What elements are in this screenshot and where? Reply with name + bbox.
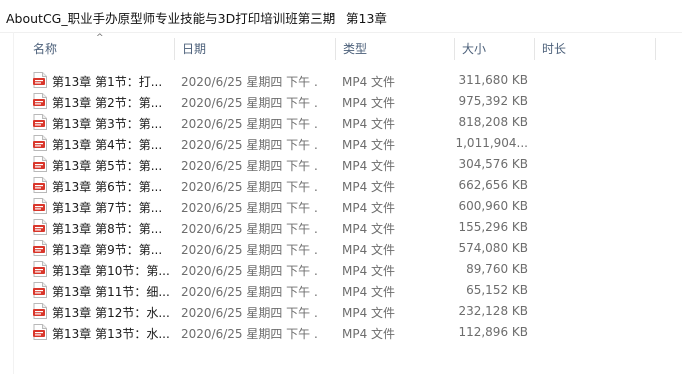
column-header-size[interactable]: 大小 <box>462 40 486 57</box>
mp4-file-icon <box>33 135 47 151</box>
file-date: 2020/6/25 星期四 下午 ... <box>181 243 317 257</box>
pane-edge <box>13 32 14 374</box>
file-name: 第13章 第3节：第... <box>52 117 163 131</box>
file-date: 2020/6/25 星期四 下午 ... <box>181 285 317 299</box>
file-name: 第13章 第12节：水... <box>52 306 170 320</box>
column-header-type[interactable]: 类型 <box>343 40 367 57</box>
file-date: 2020/6/25 星期四 下午 ... <box>181 75 317 89</box>
file-row[interactable]: 第13章 第7节：第... 2020/6/25 星期四 下午 ... MP4 文件 6… <box>28 196 682 217</box>
mp4-file-icon <box>33 72 47 88</box>
file-name: 第13章 第5节：第... <box>52 159 163 173</box>
file-name: 第13章 第1节：打... <box>52 75 163 89</box>
file-size: 65,152 KB <box>466 283 528 297</box>
mp4-file-icon <box>33 177 47 193</box>
file-name: 第13章 第2节：第... <box>52 96 163 110</box>
file-row[interactable]: 第13章 第2节：第... 2020/6/25 星期四 下午 ... MP4 文件 9… <box>28 91 682 112</box>
file-name: 第13章 第8节：第... <box>52 222 163 236</box>
file-size: 600,960 KB <box>458 199 528 213</box>
breadcrumb-current[interactable]: 第13章 <box>346 8 387 27</box>
mp4-file-icon <box>33 219 47 235</box>
breadcrumb-folder[interactable]: AboutCG_职业手办原型师专业技能与3D打印培训班第三期 <box>6 8 335 27</box>
column-header-duration[interactable]: 时长 <box>542 40 566 57</box>
file-date: 2020/6/25 星期四 下午 ... <box>181 96 317 110</box>
file-size: 311,680 KB <box>458 73 528 87</box>
file-date: 2020/6/25 星期四 下午 ... <box>181 222 317 236</box>
column-divider[interactable] <box>534 38 535 60</box>
mp4-file-icon <box>33 240 47 256</box>
mp4-file-icon <box>33 324 47 340</box>
file-date: 2020/6/25 星期四 下午 ... <box>181 180 317 194</box>
column-divider[interactable] <box>174 38 175 60</box>
mp4-file-icon <box>33 303 47 319</box>
file-name: 第13章 第7节：第... <box>52 201 163 215</box>
file-row[interactable]: 第13章 第11节：细... 2020/6/25 星期四 下午 ... MP4 文件… <box>28 280 682 301</box>
file-date: 2020/6/25 星期四 下午 ... <box>181 117 317 131</box>
column-divider[interactable] <box>454 38 455 60</box>
file-name: 第13章 第4节：第... <box>52 138 163 152</box>
column-header-row: ^ 名称 日期 类型 大小 时长 <box>0 32 682 66</box>
file-row[interactable]: 第13章 第9节：第... 2020/6/25 星期四 下午 ... MP4 文件 5… <box>28 238 682 259</box>
file-type: MP4 文件 <box>342 243 396 257</box>
mp4-file-icon <box>33 93 47 109</box>
mp4-file-icon <box>33 114 47 130</box>
file-size: 155,296 KB <box>458 220 528 234</box>
file-size: 232,128 KB <box>458 304 528 318</box>
file-name: 第13章 第10节：第... <box>52 264 170 278</box>
mp4-file-icon <box>33 282 47 298</box>
file-type: MP4 文件 <box>342 75 396 89</box>
breadcrumb: AboutCG_职业手办原型师专业技能与3D打印培训班第三期 › 第13章 <box>0 0 682 33</box>
column-header-date[interactable]: 日期 <box>182 40 206 57</box>
file-size: 662,656 KB <box>458 178 528 192</box>
mp4-file-icon <box>33 261 47 277</box>
file-type: MP4 文件 <box>342 180 396 194</box>
column-divider[interactable] <box>335 38 336 60</box>
file-date: 2020/6/25 星期四 下午 ... <box>181 201 317 215</box>
file-date: 2020/6/25 星期四 下午 ... <box>181 327 317 341</box>
file-name: 第13章 第13节：水... <box>52 327 170 341</box>
file-type: MP4 文件 <box>342 117 396 131</box>
file-row[interactable]: 第13章 第10节：第... 2020/6/25 星期四 下午 ... MP4 文件… <box>28 259 682 280</box>
file-date: 2020/6/25 星期四 下午 ... <box>181 264 317 278</box>
file-row[interactable]: 第13章 第4节：第... 2020/6/25 星期四 下午 ... MP4 文件 1… <box>28 133 682 154</box>
column-divider[interactable] <box>655 38 656 60</box>
file-size: 818,208 KB <box>458 115 528 129</box>
file-date: 2020/6/25 星期四 下午 ... <box>181 306 317 320</box>
file-type: MP4 文件 <box>342 201 396 215</box>
file-row[interactable]: 第13章 第12节：水... 2020/6/25 星期四 下午 ... MP4 文件… <box>28 301 682 322</box>
file-type: MP4 文件 <box>342 306 396 320</box>
file-date: 2020/6/25 星期四 下午 ... <box>181 138 317 152</box>
file-size: 304,576 KB <box>458 157 528 171</box>
file-row[interactable]: 第13章 第5节：第... 2020/6/25 星期四 下午 ... MP4 文件 3… <box>28 154 682 175</box>
file-name: 第13章 第6节：第... <box>52 180 163 194</box>
file-row[interactable]: 第13章 第6节：第... 2020/6/25 星期四 下午 ... MP4 文件 6… <box>28 175 682 196</box>
file-date: 2020/6/25 星期四 下午 ... <box>181 159 317 173</box>
file-size: 574,080 KB <box>458 241 528 255</box>
mp4-file-icon <box>33 156 47 172</box>
file-row[interactable]: 第13章 第13节：水... 2020/6/25 星期四 下午 ... MP4 文件… <box>28 322 682 343</box>
sort-ascending-icon: ^ <box>96 33 104 43</box>
file-size: 112,896 KB <box>458 325 528 339</box>
mp4-file-icon <box>33 198 47 214</box>
breadcrumb-separator-icon: › <box>330 8 335 22</box>
column-header-name[interactable]: 名称 <box>33 40 57 57</box>
file-row[interactable]: 第13章 第1节：打... 2020/6/25 星期四 下午 ... MP4 文件 3… <box>28 70 682 91</box>
file-row[interactable]: 第13章 第8节：第... 2020/6/25 星期四 下午 ... MP4 文件 1… <box>28 217 682 238</box>
file-type: MP4 文件 <box>342 138 396 152</box>
file-size: 89,760 KB <box>466 262 528 276</box>
file-type: MP4 文件 <box>342 327 396 341</box>
file-type: MP4 文件 <box>342 264 396 278</box>
file-size: 1,011,904... <box>455 136 528 150</box>
file-name: 第13章 第11节：细... <box>52 285 170 299</box>
file-name: 第13章 第9节：第... <box>52 243 163 257</box>
file-size: 975,392 KB <box>458 94 528 108</box>
file-row[interactable]: 第13章 第3节：第... 2020/6/25 星期四 下午 ... MP4 文件 8… <box>28 112 682 133</box>
file-type: MP4 文件 <box>342 96 396 110</box>
file-type: MP4 文件 <box>342 159 396 173</box>
file-type: MP4 文件 <box>342 222 396 236</box>
file-type: MP4 文件 <box>342 285 396 299</box>
